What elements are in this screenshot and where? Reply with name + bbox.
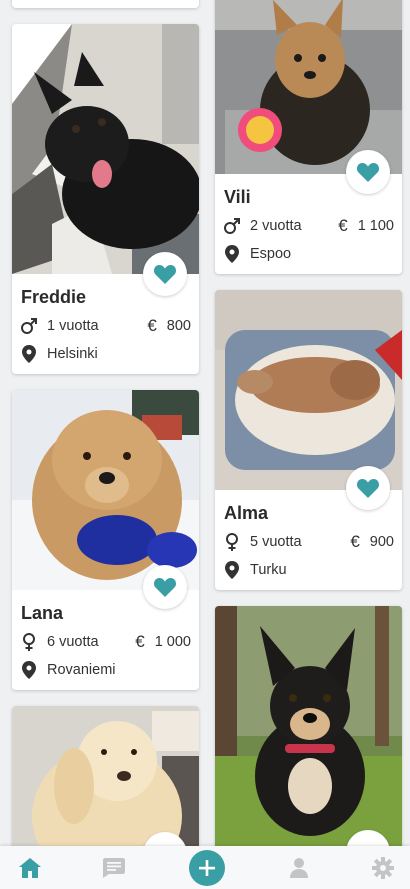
pet-age: 5 vuotta: [250, 534, 302, 550]
pet-age: 6 vuotta: [47, 634, 99, 650]
add-icon: [189, 849, 225, 886]
favorite-button[interactable]: [143, 252, 187, 296]
listing-card-partial[interactable]: [12, 0, 199, 8]
dog-photo-alma: [215, 290, 402, 490]
listing-card-lana[interactable]: Lana 6 vuotta €1 000 Rovaniemi: [12, 390, 199, 690]
messages-icon: [103, 857, 125, 878]
settings-icon: [372, 856, 394, 879]
dog-photo-lana: [12, 390, 199, 590]
euro-icon: €: [350, 532, 360, 551]
pet-age-price-row: 1 vuotta €800: [20, 316, 191, 336]
pet-age: 1 vuotta: [47, 318, 99, 334]
male-icon: [20, 317, 38, 335]
pet-name: Vili: [224, 187, 251, 207]
pet-age-price-row: 2 vuotta €1 100: [223, 216, 394, 236]
pet-name: Alma: [224, 503, 269, 523]
listing-card-alma[interactable]: Alma 5 vuotta €900 Turku: [215, 290, 402, 590]
female-icon: [223, 533, 241, 551]
pet-location: Turku: [250, 562, 287, 578]
pet-price: 1 100: [357, 218, 394, 234]
heart-icon: [356, 163, 380, 182]
listing-card-freddie[interactable]: Freddie 1 vuotta €800 Helsinki: [12, 24, 199, 374]
heart-icon: [153, 578, 177, 597]
location-pin-icon: [20, 661, 38, 679]
pet-location-row: Espoo: [223, 244, 394, 264]
pet-price: 1 000: [154, 634, 191, 650]
pet-location-row: Helsinki: [20, 344, 191, 364]
location-pin-icon: [223, 245, 241, 263]
dog-photo-freddie: [12, 24, 199, 274]
nav-home[interactable]: [10, 846, 50, 889]
pet-price: 800: [166, 318, 191, 334]
nav-profile[interactable]: [279, 846, 319, 889]
favorite-button[interactable]: [143, 565, 187, 609]
euro-icon: €: [147, 316, 157, 335]
euro-icon: €: [338, 216, 348, 235]
favorite-button[interactable]: [346, 466, 390, 510]
nav-messages[interactable]: [94, 846, 134, 889]
home-icon: [19, 857, 41, 878]
pet-age-price-row: 6 vuotta €1 000: [20, 632, 191, 652]
location-pin-icon: [223, 561, 241, 579]
favorite-button[interactable]: [346, 150, 390, 194]
pet-age-price-row: 5 vuotta €900: [223, 532, 394, 552]
location-pin-icon: [20, 345, 38, 363]
nav-settings[interactable]: [363, 846, 403, 889]
profile-icon: [290, 857, 308, 878]
bottom-navigation: [0, 846, 410, 889]
dog-photo-lapphund: [215, 606, 402, 846]
pet-location-row: Turku: [223, 560, 394, 580]
pet-location: Espoo: [250, 246, 292, 262]
dog-photo-vili: [215, 0, 402, 174]
pet-age: 2 vuotta: [250, 218, 302, 234]
listing-card-partial[interactable]: [215, 606, 402, 874]
nav-add[interactable]: [187, 846, 227, 889]
pet-price: 900: [369, 534, 394, 550]
female-icon: [20, 633, 38, 651]
euro-icon: €: [135, 632, 145, 651]
pet-location: Helsinki: [47, 346, 98, 362]
heart-icon: [356, 479, 380, 498]
listing-card-vili[interactable]: Vili 2 vuotta €1 100 Espoo: [215, 0, 402, 274]
listing-card-partial[interactable]: [12, 706, 199, 876]
pet-location: Rovaniemi: [47, 662, 116, 678]
heart-icon: [153, 265, 177, 284]
pet-location-row: Rovaniemi: [20, 660, 191, 680]
pet-name: Freddie: [21, 287, 87, 307]
male-icon: [223, 217, 241, 235]
pet-name: Lana: [21, 603, 64, 623]
